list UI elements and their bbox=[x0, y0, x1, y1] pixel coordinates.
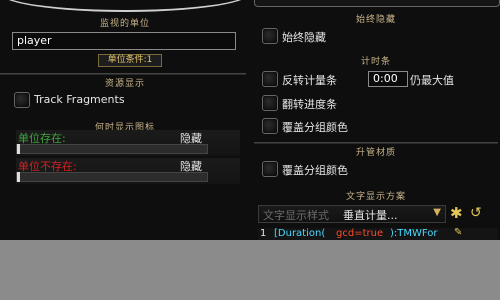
text-display-title: 文字显示方案 bbox=[345, 192, 406, 202]
text-style-value: 垂直计量... bbox=[343, 209, 398, 222]
unit-input[interactable]: player bbox=[12, 32, 236, 50]
unit-section-title: 监视的单位 bbox=[99, 19, 150, 29]
row-text-param: gcd=true bbox=[336, 228, 384, 239]
chevron-down-icon: ▼ bbox=[433, 207, 441, 218]
top-arc-decoration bbox=[0, 0, 250, 12]
bottom-overlay bbox=[0, 240, 500, 300]
unit-exists-row[interactable]: 单位存在: 隐藏 bbox=[16, 130, 240, 156]
row-text-prefix: [Duration( bbox=[274, 228, 326, 239]
resource-section-title: 资源显示 bbox=[104, 79, 145, 89]
reset-icon[interactable]: ↺ bbox=[470, 205, 486, 221]
override-group-color2-checkbox[interactable] bbox=[262, 161, 278, 177]
top-right-frame bbox=[254, 0, 500, 7]
unit-not-exists-slider-thumb[interactable] bbox=[17, 172, 20, 182]
gear-icon[interactable]: ✱ bbox=[450, 205, 466, 221]
text-layout-row[interactable]: 1 [Duration( gcd=true ):TMWFor ✎ bbox=[258, 227, 498, 240]
upgrade-divider bbox=[254, 142, 498, 144]
unit-not-exists-slider[interactable] bbox=[16, 172, 208, 182]
text-style-dropdown[interactable]: 文字显示样式 垂直计量... ▼ bbox=[258, 205, 446, 223]
flip-progress-label: 翻转进度条 bbox=[282, 98, 337, 111]
timer-bar-title: 计时条 bbox=[360, 57, 391, 67]
unit-not-exists-row[interactable]: 单位不存在: 隐藏 bbox=[16, 158, 240, 184]
unit-conditions-button[interactable]: 单位条件:1 bbox=[98, 54, 162, 67]
text-style-placeholder: 文字显示样式 bbox=[263, 209, 329, 222]
invert-timer-label: 反转计量条 bbox=[282, 74, 337, 87]
row-index: 1 bbox=[260, 228, 267, 239]
override-group-color2-label: 覆盖分组颜色 bbox=[282, 164, 348, 177]
unit-input-value: player bbox=[17, 34, 52, 47]
override-group-color-label: 覆盖分组颜色 bbox=[282, 121, 348, 134]
upgrade-material-title: 升管材质 bbox=[355, 148, 396, 158]
time-input-value: 0:00 bbox=[373, 72, 398, 85]
always-hide-label: 始终隐藏 bbox=[282, 31, 326, 44]
track-fragments-checkbox[interactable] bbox=[14, 92, 30, 108]
always-hide-checkbox[interactable] bbox=[262, 28, 278, 44]
always-hide-title: 始终隐藏 bbox=[355, 15, 396, 25]
flip-progress-checkbox[interactable] bbox=[262, 95, 278, 111]
max-value-label: 仍最大值 bbox=[410, 74, 454, 87]
unit-exists-slider[interactable] bbox=[16, 144, 208, 154]
track-fragments-label: Track Fragments bbox=[34, 93, 125, 106]
edit-icon[interactable]: ✎ bbox=[454, 227, 462, 238]
unit-exists-slider-thumb[interactable] bbox=[17, 144, 20, 154]
time-input[interactable]: 0:00 bbox=[368, 71, 408, 87]
row-text-suffix: ):TMWFor bbox=[390, 228, 438, 239]
resource-section-divider bbox=[0, 73, 246, 75]
invert-timer-checkbox[interactable] bbox=[262, 71, 278, 87]
override-group-color-checkbox[interactable] bbox=[262, 118, 278, 134]
